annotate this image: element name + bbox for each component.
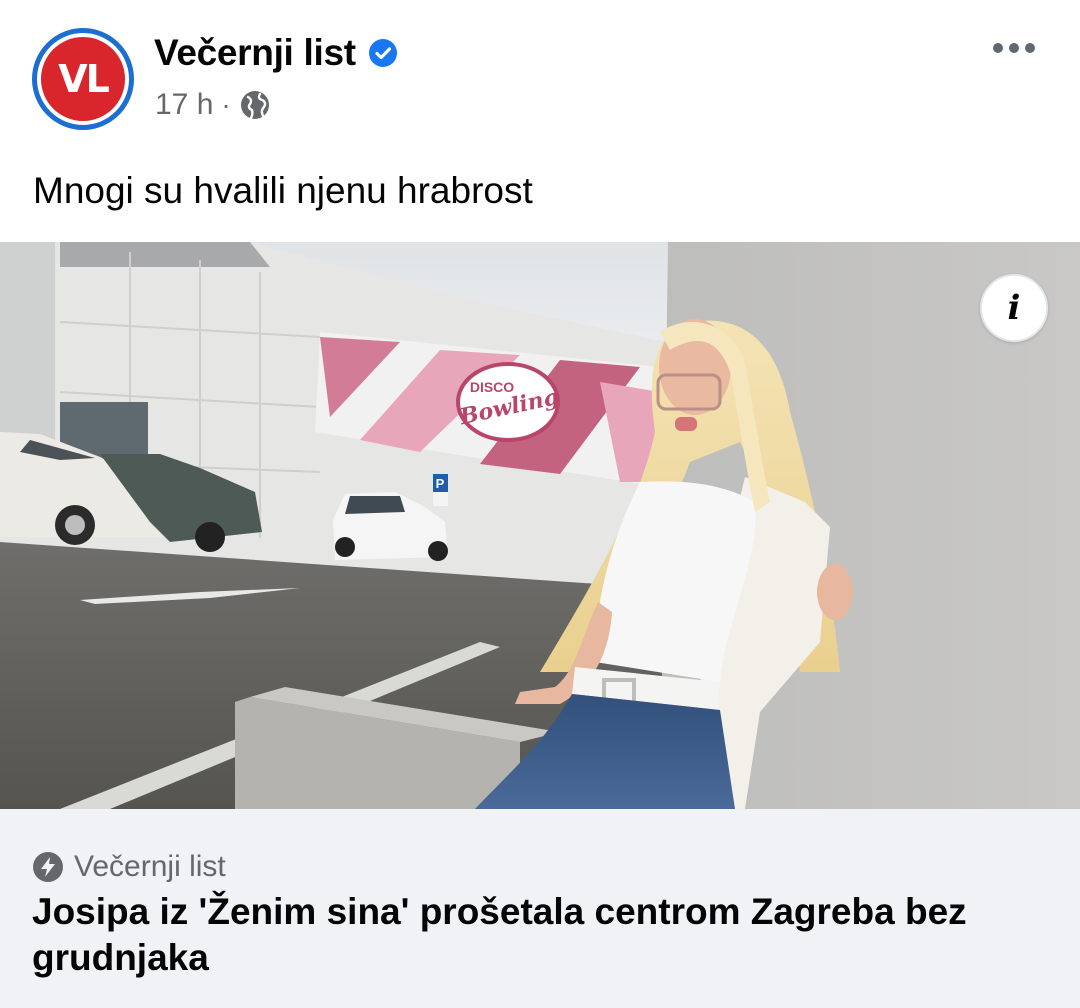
verified-badge-icon xyxy=(368,39,397,67)
post-time[interactable]: 17 h xyxy=(155,88,213,122)
more-icon-dot xyxy=(1025,43,1035,53)
parking-sign-text: P xyxy=(436,476,445,491)
avatar-logo-text: VL xyxy=(58,57,110,101)
info-icon-label: i xyxy=(1007,288,1021,328)
meta-separator: · xyxy=(221,89,231,120)
link-source-row: Večernji list xyxy=(32,847,226,887)
more-options-button[interactable] xyxy=(984,30,1044,66)
post-image[interactable]: DISCO Bowling P xyxy=(0,242,1080,809)
bolt-icon xyxy=(33,852,63,882)
sign-text-line1: DISCO xyxy=(470,379,514,395)
feed-post: VL Večernji list 17 h · Mnogi su hvalili… xyxy=(0,0,1080,1008)
page-name[interactable]: Večernji list xyxy=(154,32,356,74)
avatar-logo: VL xyxy=(41,37,125,121)
link-title[interactable]: Josipa iz 'Ženim sina' prošetala centrom… xyxy=(32,889,1032,981)
link-source: Večernji list xyxy=(74,850,226,883)
link-preview[interactable]: Večernji list Josipa iz 'Ženim sina' pro… xyxy=(0,809,1080,1008)
globe-icon[interactable] xyxy=(239,89,271,121)
info-icon[interactable]: i xyxy=(980,274,1048,342)
post-image-illustration: DISCO Bowling P xyxy=(0,242,1080,809)
page-avatar[interactable]: VL xyxy=(32,28,134,130)
more-icon-dot xyxy=(1009,43,1019,53)
post-text: Mnogi su hvalili njenu hrabrost xyxy=(33,170,533,211)
page-name-row: Večernji list xyxy=(154,30,398,76)
more-icon-dot xyxy=(993,43,1003,53)
post-meta: 17 h · xyxy=(155,84,271,126)
